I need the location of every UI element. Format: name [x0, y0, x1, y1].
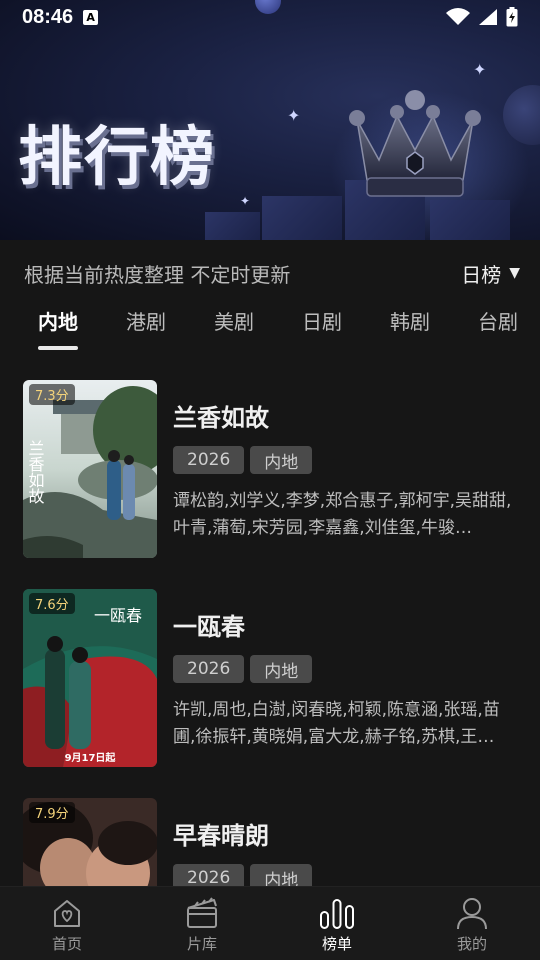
- tab-label: 内地: [38, 310, 78, 334]
- list-item[interactable]: 兰香如故 7.3分 兰香如故 2026 内地 谭松韵,刘学义,李梦,郑合惠子,郭…: [23, 380, 523, 560]
- tab-label: 日剧: [302, 310, 342, 334]
- region-tag: 内地: [250, 446, 313, 474]
- score-badge: 7.3分: [29, 384, 75, 405]
- svg-text:一瓯春: 一瓯春: [94, 606, 142, 625]
- region-tag: 内地: [250, 864, 313, 886]
- region-tag: 内地: [250, 655, 313, 683]
- drama-title[interactable]: 一瓯春: [173, 607, 245, 642]
- drama-tags: 2026 内地: [173, 446, 313, 474]
- cast-list: 许凯,周也,白澍,闵春晓,柯颖,陈意涵,张瑶,苗圃,徐振轩,黄晓娟,富大龙,赫子…: [173, 700, 500, 747]
- status-time: 08:46: [22, 5, 74, 28]
- nav-ranking[interactable]: 榜单: [297, 895, 377, 954]
- tab-label: 台剧: [478, 310, 518, 334]
- poster-image[interactable]: 兰香如故 7.3分: [23, 380, 157, 558]
- score-badge: 7.6分: [29, 593, 75, 614]
- drama-tags: 2026 内地: [173, 864, 313, 886]
- tab-hongkong[interactable]: 港剧: [126, 306, 166, 335]
- banner-title: 排行榜: [18, 121, 216, 195]
- poster-image[interactable]: 一瓯春 9月17日起 7.6分: [23, 589, 157, 767]
- svg-text:兰香如故: 兰香如故: [26, 440, 45, 504]
- user-icon: [432, 895, 512, 931]
- bottom-navigation: 首页 片库 榜单 我的: [0, 886, 540, 960]
- nav-label: 榜单: [321, 935, 352, 953]
- tab-taiwan[interactable]: 台剧: [478, 306, 518, 335]
- drama-title[interactable]: 早春晴朗: [173, 816, 269, 851]
- nav-library[interactable]: 片库: [162, 895, 242, 954]
- tab-label: 美剧: [214, 310, 254, 334]
- nav-label: 首页: [51, 935, 82, 953]
- ranking-description: 根据当前热度整理 不定时更新: [24, 262, 291, 287]
- wifi-icon: [446, 8, 470, 25]
- drama-title[interactable]: 兰香如故: [173, 398, 269, 433]
- tab-us[interactable]: 美剧: [214, 306, 254, 335]
- score-badge: 7.9分: [29, 802, 75, 823]
- nav-label: 片库: [186, 935, 217, 953]
- active-tab-indicator: [38, 346, 78, 350]
- home-icon: [27, 895, 107, 931]
- region-tabs: 内地 港剧 美剧 日剧 韩剧 台剧: [0, 306, 540, 352]
- caret-down-icon: ▼: [509, 265, 520, 281]
- clapperboard-icon: [162, 895, 242, 931]
- period-selector[interactable]: 日榜 ▼: [461, 259, 520, 288]
- list-item[interactable]: 7.9分 早春晴朗 2026 内地: [23, 798, 523, 886]
- sparkle-icon: ✦: [240, 194, 251, 208]
- tab-mainland[interactable]: 内地: [38, 306, 78, 350]
- accessibility-badge: A: [83, 9, 99, 25]
- year-tag: 2026: [173, 446, 245, 474]
- nav-profile[interactable]: 我的: [432, 895, 512, 954]
- banner-cube: [430, 200, 510, 240]
- banner-cube: [262, 196, 342, 240]
- year-tag: 2026: [173, 864, 245, 886]
- tab-japan[interactable]: 日剧: [302, 306, 342, 335]
- sparkle-icon: ✦: [287, 106, 301, 125]
- banner-cube: [205, 212, 260, 240]
- nav-home[interactable]: 首页: [27, 895, 107, 954]
- chart-bars-icon: [297, 895, 377, 931]
- drama-tags: 2026 内地: [173, 655, 313, 683]
- ranking-list: 兰香如故 7.3分 兰香如故 2026 内地 谭松韵,刘学义,李梦,郑合惠子,郭…: [0, 380, 540, 886]
- svg-text:9月17日起: 9月17日起: [65, 751, 117, 764]
- signal-icon: [479, 9, 497, 25]
- nav-label: 我的: [456, 935, 487, 953]
- ranking-banner: ✦ ✦ ✦ 排行榜: [0, 0, 540, 240]
- year-tag: 2026: [173, 655, 245, 683]
- cast-list: 谭松韵,刘学义,李梦,郑合惠子,郭柯宇,吴甜甜,叶青,蒲萄,宋芳园,李嘉鑫,刘佳…: [173, 491, 512, 538]
- tab-label: 韩剧: [390, 310, 430, 334]
- battery-icon: [506, 7, 518, 27]
- poster-image[interactable]: 7.9分: [23, 798, 157, 886]
- tab-label: 港剧: [126, 310, 166, 334]
- period-label: 日榜: [461, 262, 502, 287]
- list-item[interactable]: 一瓯春 9月17日起 7.6分 一瓯春 2026 内地 许凯,周也,白澍,闵春晓…: [23, 589, 523, 769]
- sparkle-icon: ✦: [473, 60, 487, 79]
- ranking-header: 根据当前热度整理 不定时更新 日榜 ▼: [24, 256, 520, 290]
- crown-icon: [349, 90, 481, 197]
- tab-korea[interactable]: 韩剧: [390, 306, 430, 335]
- status-bar: 08:46 A: [0, 0, 540, 34]
